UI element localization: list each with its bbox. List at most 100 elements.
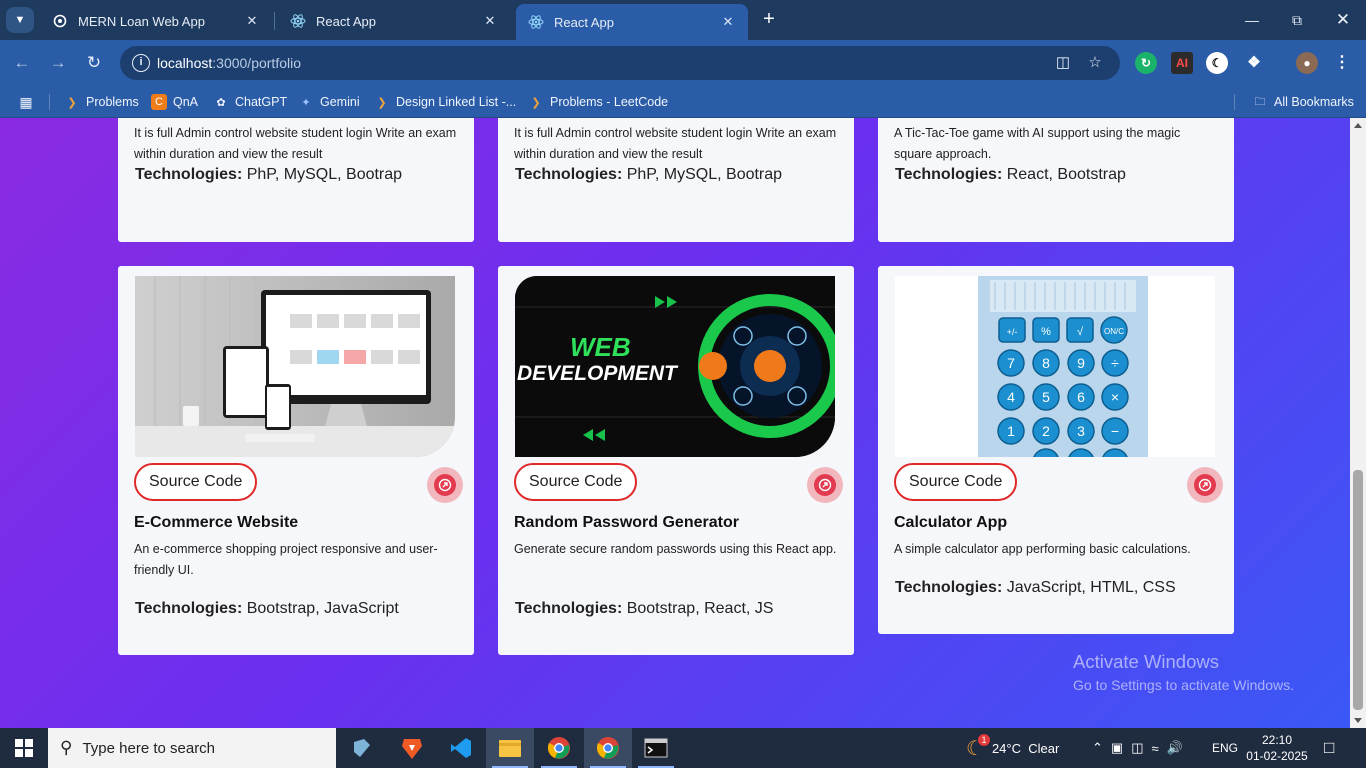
source-code-button[interactable]: Source Code bbox=[134, 463, 258, 501]
project-technologies: Technologies: PhP, MySQL, Bootrap bbox=[515, 166, 782, 184]
bookmarks-divider bbox=[1234, 94, 1235, 110]
brave-browser-icon[interactable] bbox=[388, 728, 436, 768]
all-bookmarks[interactable]: 🗀 All Bookmarks bbox=[1252, 93, 1354, 111]
source-code-button[interactable]: Source Code bbox=[894, 463, 1018, 501]
restore-icon[interactable]: ⧉ bbox=[1282, 8, 1312, 32]
terminal-icon[interactable] bbox=[632, 728, 680, 768]
scroll-up-arrow-icon[interactable] bbox=[1354, 123, 1362, 128]
profile-avatar[interactable]: ● bbox=[1296, 52, 1318, 74]
chevron-up-icon[interactable]: ⌃ bbox=[1092, 740, 1103, 756]
install-app-icon[interactable]: ◫ bbox=[1052, 52, 1074, 74]
arrow-up-right-icon bbox=[434, 474, 456, 496]
watermark-subtitle: Go to Settings to activate Windows. bbox=[1073, 677, 1294, 693]
volume-icon[interactable]: 🔊 bbox=[1167, 740, 1183, 756]
bookmark-star-icon[interactable]: ☆ bbox=[1084, 52, 1106, 74]
bookmark-qna[interactable]: C QnA bbox=[151, 93, 198, 111]
taskbar-search-input[interactable]: ⚲ Type here to search bbox=[48, 728, 336, 768]
clock-time: 22:10 bbox=[1261, 733, 1293, 747]
tab-search-chevron-icon[interactable]: ▼ bbox=[6, 7, 34, 33]
bookmark-design-linked-list[interactable]: ❯ Design Linked List -... bbox=[374, 93, 516, 111]
windows-start-icon[interactable] bbox=[0, 728, 48, 768]
url-text[interactable]: localhost:3000/portfolio bbox=[157, 55, 301, 71]
external-link-button[interactable] bbox=[807, 467, 843, 503]
extensions-puzzle-icon[interactable]: ❖ bbox=[1243, 52, 1265, 74]
site-info-icon[interactable]: i bbox=[132, 54, 150, 72]
new-tab-plus-icon[interactable]: + bbox=[758, 8, 780, 32]
menu-kebab-icon[interactable]: ⋮ bbox=[1331, 52, 1353, 74]
taskbar-clock[interactable]: 22:10 01-02-2025 bbox=[1246, 732, 1308, 764]
close-icon[interactable]: ✕ bbox=[482, 13, 498, 29]
reload-icon[interactable]: ↻ bbox=[82, 51, 106, 75]
project-card: A Tic-Tac-Toe game with AI support using… bbox=[878, 118, 1234, 242]
file-explorer-icon[interactable] bbox=[486, 728, 534, 768]
tech-label: Technologies: bbox=[515, 166, 623, 183]
source-code-button[interactable]: Source Code bbox=[514, 463, 638, 501]
tab-react-app-active[interactable]: React App ✕ bbox=[516, 4, 748, 40]
project-description: Generate secure random passwords using t… bbox=[514, 542, 837, 556]
battery-icon[interactable]: ◫ bbox=[1131, 740, 1143, 756]
forward-arrow-icon[interactable]: → bbox=[46, 51, 70, 75]
external-link-button[interactable] bbox=[1187, 467, 1223, 503]
ecommerce-screenshot-image bbox=[135, 276, 455, 457]
apps-grid-icon[interactable]: ▦ bbox=[18, 93, 40, 111]
chrome-icon[interactable] bbox=[535, 728, 583, 768]
tab-react-app[interactable]: React App ✕ bbox=[278, 6, 510, 36]
ai-extension-icon[interactable]: AI bbox=[1171, 52, 1193, 74]
svg-text:ON/C: ON/C bbox=[1104, 327, 1124, 336]
bookmark-chatgpt[interactable]: ✿ ChatGPT bbox=[213, 93, 287, 111]
grammarly-extension-icon[interactable]: ↻ bbox=[1135, 52, 1157, 74]
arrow-up-right-icon bbox=[1194, 474, 1216, 496]
tech-list: PhP, MySQL, Bootrap bbox=[622, 166, 783, 183]
camera-icon[interactable]: ▣ bbox=[1111, 740, 1123, 756]
scroll-down-arrow-icon[interactable] bbox=[1354, 718, 1362, 723]
bookmark-label: All Bookmarks bbox=[1274, 95, 1354, 109]
window-close-icon[interactable]: ✕ bbox=[1328, 8, 1358, 32]
taskbar-cube-app-icon[interactable] bbox=[338, 728, 386, 768]
close-icon[interactable]: ✕ bbox=[720, 14, 736, 30]
search-icon: ⚲ bbox=[60, 738, 73, 757]
svg-text:√: √ bbox=[1077, 326, 1084, 338]
tab-divider bbox=[274, 12, 275, 30]
portfolio-page: It is full Admin control website student… bbox=[0, 118, 1350, 728]
bookmark-label: Gemini bbox=[320, 95, 360, 109]
folder-icon: 🗀 bbox=[1254, 95, 1266, 108]
project-technologies: Technologies: Bootstrap, React, JS bbox=[515, 600, 773, 618]
back-arrow-icon[interactable]: ← bbox=[10, 51, 34, 75]
bookmark-gemini[interactable]: ✦ Gemini bbox=[298, 93, 360, 111]
language-indicator[interactable]: ENG bbox=[1212, 728, 1238, 768]
tech-label: Technologies: bbox=[135, 600, 243, 617]
vscode-icon[interactable] bbox=[437, 728, 485, 768]
minimize-icon[interactable]: — bbox=[1237, 8, 1267, 32]
svg-text:−: − bbox=[1111, 423, 1119, 439]
svg-text:×: × bbox=[1111, 389, 1119, 405]
tech-label: Technologies: bbox=[135, 166, 243, 183]
bookmarks-divider bbox=[49, 94, 50, 110]
page-scrollbar[interactable] bbox=[1350, 118, 1366, 728]
search-placeholder: Type here to search bbox=[82, 739, 216, 757]
svg-text:7: 7 bbox=[1007, 355, 1015, 371]
dark-mode-extension-icon[interactable]: ☾ bbox=[1206, 52, 1228, 74]
project-technologies: Technologies: PhP, MySQL, Bootrap bbox=[135, 166, 402, 184]
bookmark-problems[interactable]: ❯ Problems bbox=[64, 93, 138, 111]
address-bar[interactable]: i localhost:3000/portfolio ◫ ☆ bbox=[120, 46, 1120, 80]
browser-toolbar: ← → ↻ i localhost:3000/portfolio ◫ ☆ ↻ A… bbox=[0, 40, 1366, 86]
wifi-icon[interactable]: ≈ bbox=[1152, 741, 1159, 756]
svg-text:2: 2 bbox=[1042, 423, 1050, 439]
tab-mern-loan[interactable]: MERN Loan Web App ✕ bbox=[40, 6, 272, 36]
chrome-profile-icon[interactable] bbox=[584, 728, 632, 768]
project-technologies: Technologies: React, Bootstrap bbox=[895, 166, 1126, 184]
watermark-title: Activate Windows bbox=[1073, 651, 1219, 672]
close-icon[interactable]: ✕ bbox=[244, 13, 260, 29]
bookmark-problems-leetcode[interactable]: ❯ Problems - LeetCode bbox=[528, 93, 668, 111]
weather-widget[interactable]: ☾ 1 24°C Clear bbox=[966, 728, 1059, 768]
scroll-thumb[interactable] bbox=[1353, 470, 1363, 710]
svg-text:6: 6 bbox=[1077, 389, 1085, 405]
qna-icon: C bbox=[151, 94, 167, 110]
svg-text:4: 4 bbox=[1007, 389, 1015, 405]
tab-label: React App bbox=[316, 13, 376, 29]
system-tray: ⌃ ▣ ◫ ≈ 🔊 bbox=[1092, 728, 1183, 768]
external-link-button[interactable] bbox=[427, 467, 463, 503]
tab-bar: ▼ MERN Loan Web App ✕ React App ✕ React … bbox=[0, 0, 1366, 40]
project-title: E-Commerce Website bbox=[134, 514, 299, 531]
notifications-icon[interactable]: □ bbox=[1324, 728, 1334, 768]
